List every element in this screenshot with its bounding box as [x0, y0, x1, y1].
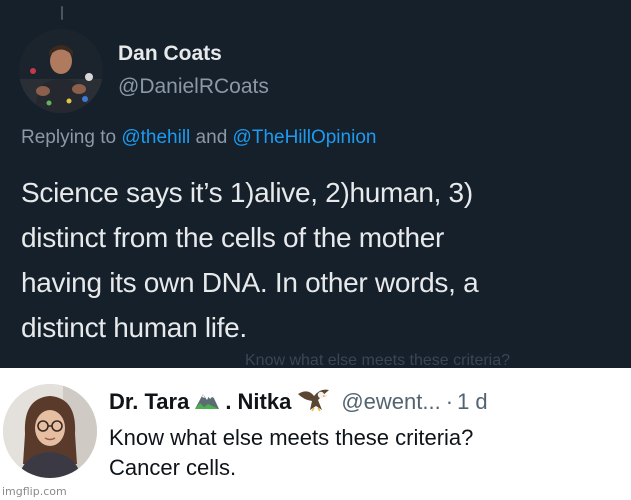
tweet-text-line: distinct from the cells of the mother: [21, 222, 445, 253]
reply-text-line: Know what else meets these criteria?: [109, 425, 474, 450]
tweet-text-line: Science says it’s 1)alive, 2)human, 3): [21, 177, 473, 208]
mention-link-thehillopinion[interactable]: @TheHillOpinion: [233, 127, 377, 148]
meta-separator: ·: [445, 388, 454, 414]
eagle-emoji-icon: [296, 386, 330, 417]
replying-to-line: Replying to @thehill and @TheHillOpinion: [21, 126, 376, 150]
reply-avatar[interactable]: [3, 384, 97, 478]
reply-tweet: Dr. Tara . Nitka @ewent... · 1 d Know wh…: [0, 368, 631, 500]
tweet-text-line: distinct human life.: [21, 312, 247, 343]
reply-text-line: Cancer cells.: [109, 455, 237, 480]
thread-connector-line: [61, 6, 63, 20]
replying-to-prefix: Replying to: [21, 127, 122, 148]
author-display-name[interactable]: Dan Coats: [118, 41, 269, 67]
bleed-through-caption: Know what else meets these criteria?: [245, 352, 511, 368]
top-tweet: Dan Coats @DanielRCoats Replying to @the…: [0, 0, 631, 368]
reply-text: Know what else meets these criteria? Can…: [109, 423, 619, 483]
avatar[interactable]: [19, 29, 103, 113]
reply-timestamp[interactable]: 1 d: [457, 388, 488, 416]
reply-avatar-photo: [3, 384, 97, 478]
avatar-photo: [19, 29, 103, 113]
reply-header: Dr. Tara . Nitka @ewent... · 1 d: [109, 386, 488, 417]
watermark: imgflip.com: [2, 485, 67, 498]
tweet-text-line: having its own DNA. In other words, a: [21, 267, 479, 298]
author-block: Dan Coats @DanielRCoats: [118, 41, 269, 100]
reply-display-name[interactable]: Dr. Tara: [109, 388, 189, 416]
reply-display-name-suffix[interactable]: . Nitka: [225, 388, 291, 416]
mention-link-thehill[interactable]: @thehill: [121, 127, 190, 148]
tweet-text: Science says it’s 1)alive, 2)human, 3) d…: [21, 170, 621, 350]
replying-to-connector: and: [190, 127, 233, 148]
reply-handle[interactable]: @ewent...: [341, 388, 440, 416]
author-handle[interactable]: @DanielRCoats: [118, 74, 269, 100]
mountain-emoji-icon: [194, 388, 220, 415]
